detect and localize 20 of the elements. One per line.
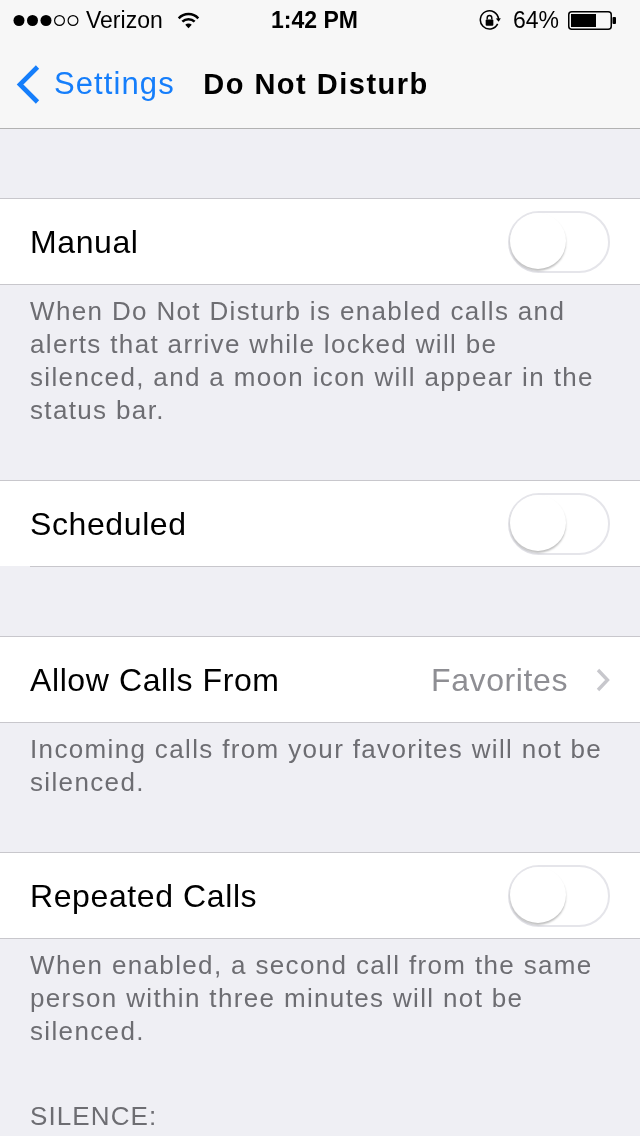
signal-strength-icon [13, 13, 79, 27]
rotation-lock-icon [477, 8, 501, 32]
battery-percent: 64% [512, 6, 559, 34]
back-button[interactable]: Settings [16, 64, 175, 104]
row-label: Allow Calls From [30, 660, 280, 699]
back-chevron-icon [16, 64, 40, 104]
clock-time: 1:42 PM [271, 6, 358, 34]
chevron-right-icon [596, 667, 610, 692]
row-label: Manual [30, 222, 139, 261]
carrier-name: Verizon [86, 6, 163, 34]
footer-text: Incoming calls from your favorites will not be silenced. [29, 733, 604, 799]
row-value: Favorites [431, 660, 568, 699]
row-label: Scheduled [30, 504, 187, 543]
battery-icon [568, 10, 616, 30]
footer-text: When Do Not Disturb is enabled calls and alerts that arrive while locked will be silenced, and a moon icon will appear in the status bar. [29, 295, 595, 427]
nav-title: Do Not Disturb [203, 67, 429, 102]
footer-text: When enabled, a second call from the same person within three minutes will not be silenced. [29, 949, 594, 1048]
section-header: SILENCE: [29, 1101, 159, 1131]
wifi-icon [176, 11, 200, 29]
row-label: Repeated Calls [30, 876, 258, 915]
